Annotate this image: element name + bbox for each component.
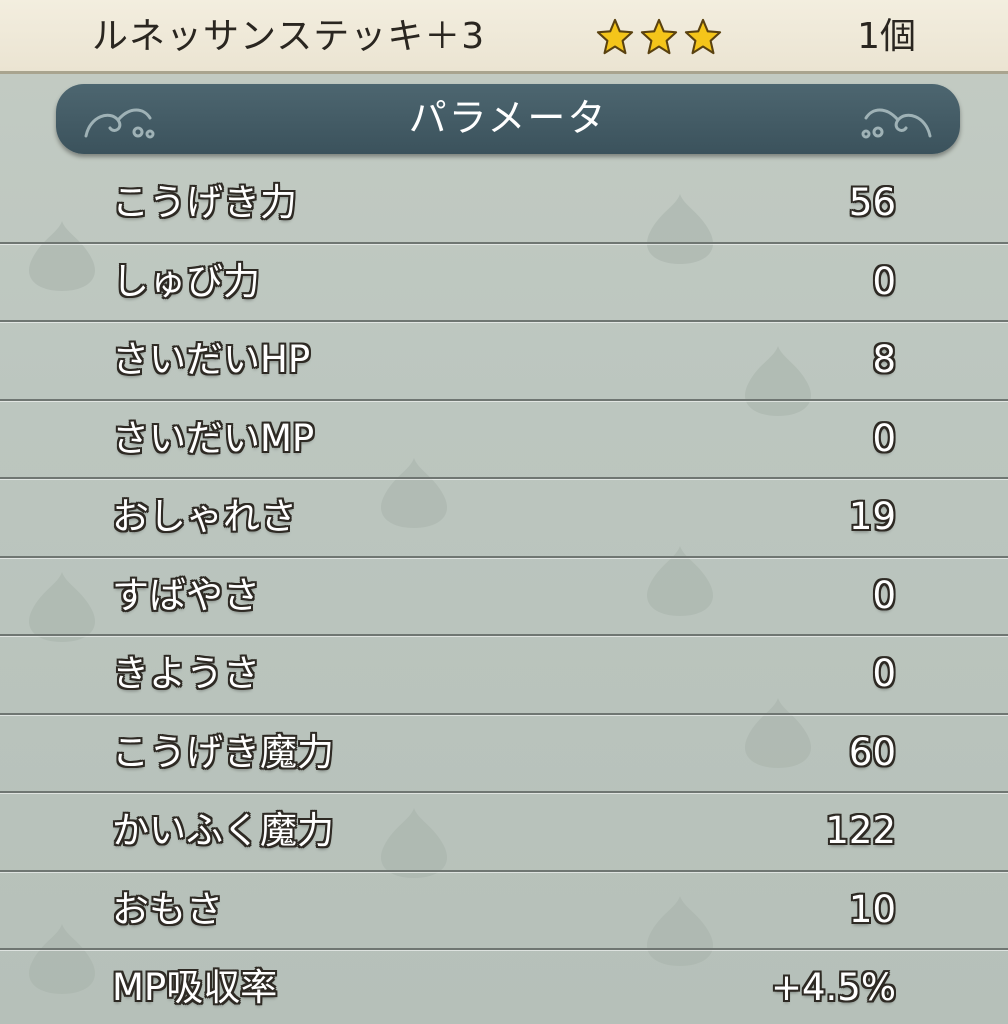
item-detail-screen: ルネッサンステッキ＋3 1個 パラメータ こうげき力 56 しゅび力 0 さいだ… [0, 0, 1008, 1024]
param-row-speed: すばやさ 0 [0, 558, 1008, 636]
param-row-style: おしゃれさ 19 [0, 479, 1008, 558]
param-row-attack: こうげき力 56 [0, 165, 1008, 244]
rarity-stars [596, 18, 722, 56]
item-title-bar: ルネッサンステッキ＋3 1個 [0, 0, 1008, 74]
param-label: MP吸収率 [112, 966, 278, 1009]
param-value: +4.5% [770, 966, 896, 1009]
param-value: 122 [825, 809, 896, 852]
param-label: さいだいHP [112, 338, 311, 381]
param-row-mp-absorb: MP吸収率 +4.5% [0, 950, 1008, 1024]
parameter-list: こうげき力 56 しゅび力 0 さいだいHP 8 さいだいMP 0 おしゃれさ … [0, 165, 1008, 1024]
param-label: おしゃれさ [112, 495, 297, 538]
param-value: 19 [848, 495, 896, 538]
param-label: こうげき魔力 [112, 730, 334, 774]
param-value: 8 [872, 338, 896, 381]
param-label: こうげき力 [112, 181, 297, 224]
parameter-title: パラメータ [408, 96, 608, 140]
param-label: かいふく魔力 [112, 809, 334, 852]
param-value: 0 [872, 573, 896, 617]
param-value: 56 [848, 181, 896, 224]
param-row-attack-magic: こうげき魔力 60 [0, 715, 1008, 793]
flourish-ornament-icon [861, 108, 932, 139]
item-name: ルネッサンステッキ＋3 [92, 16, 486, 57]
param-row-defense: しゅび力 0 [0, 244, 1008, 322]
parameter-header: パラメータ [56, 84, 960, 154]
param-row-weight: おもさ 10 [0, 872, 1008, 950]
param-label: さいだいMP [112, 416, 315, 460]
star-icon [640, 18, 678, 55]
param-row-max-mp: さいだいMP 0 [0, 401, 1008, 479]
star-icon [596, 18, 634, 55]
item-count: 1個 [857, 16, 916, 57]
param-value: 0 [872, 259, 896, 303]
param-row-heal-magic: かいふく魔力 122 [0, 793, 1008, 872]
star-icon [684, 18, 722, 55]
param-value: 0 [872, 416, 896, 460]
param-label: しゅび力 [112, 259, 260, 303]
param-label: すばやさ [112, 573, 260, 617]
param-row-max-hp: さいだいHP 8 [0, 322, 1008, 401]
param-label: おもさ [112, 887, 223, 931]
param-label: きようさ [112, 652, 260, 695]
param-value: 10 [848, 887, 896, 931]
param-value: 0 [872, 652, 896, 695]
param-value: 60 [848, 730, 896, 774]
param-row-dexterity: きようさ 0 [0, 636, 1008, 715]
